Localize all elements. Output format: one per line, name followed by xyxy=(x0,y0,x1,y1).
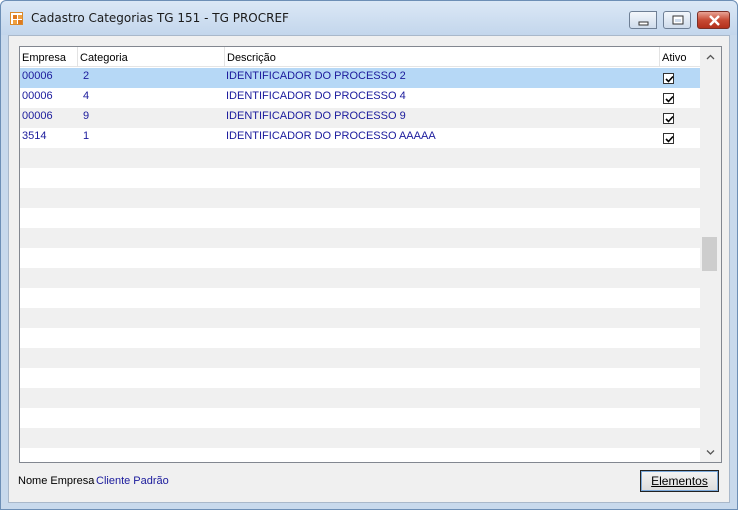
ativo-checkbox[interactable] xyxy=(663,133,674,144)
cell-categoria: 2 xyxy=(83,70,90,82)
cell-descricao: IDENTIFICADOR DO PROCESSO 4 xyxy=(226,90,406,102)
column-header-ativo[interactable]: Ativo xyxy=(660,47,700,67)
empty-row xyxy=(20,308,700,328)
empty-row xyxy=(20,148,700,168)
app-logo-icon xyxy=(10,12,23,25)
nome-empresa-value: Cliente Padrão xyxy=(96,475,169,487)
cell-categoria: 9 xyxy=(83,110,90,122)
empty-row xyxy=(20,288,700,308)
vertical-scrollbar[interactable] xyxy=(700,47,721,462)
scrollbar-thumb[interactable] xyxy=(702,237,717,271)
maximize-icon xyxy=(672,15,684,25)
window: Cadastro Categorias TG 151 - TG PROCREF … xyxy=(0,0,738,510)
chevron-up-icon xyxy=(706,54,715,60)
grid-header: Empresa Categoria Descrição Ativo xyxy=(20,47,700,67)
empty-row xyxy=(20,208,700,228)
minimize-icon xyxy=(638,21,649,26)
ativo-checkbox[interactable] xyxy=(663,73,674,84)
scroll-up-button[interactable] xyxy=(700,49,721,66)
empty-row xyxy=(20,248,700,268)
maximize-button[interactable] xyxy=(663,11,691,29)
chevron-down-icon xyxy=(706,450,715,455)
cell-categoria: 1 xyxy=(83,130,90,142)
cell-descricao: IDENTIFICADOR DO PROCESSO 2 xyxy=(226,70,406,82)
empty-row xyxy=(20,188,700,208)
cell-empresa: 3514 xyxy=(22,130,47,142)
ativo-checkbox[interactable] xyxy=(663,93,674,104)
empty-row xyxy=(20,328,700,348)
cell-empresa: 00006 xyxy=(22,110,53,122)
minimize-button[interactable] xyxy=(629,11,657,29)
cell-empresa: 00006 xyxy=(22,90,53,102)
cell-descricao: IDENTIFICADOR DO PROCESSO AAAAA xyxy=(226,130,436,142)
empty-row xyxy=(20,408,700,428)
empty-row xyxy=(20,368,700,388)
table-row[interactable]: 00006 9 IDENTIFICADOR DO PROCESSO 9 xyxy=(20,108,700,128)
nome-empresa-label: Nome Empresa xyxy=(18,475,95,487)
client-area: Empresa Categoria Descrição Ativo 00006 … xyxy=(8,35,730,503)
elementos-button[interactable]: Elementos xyxy=(640,470,719,492)
cell-categoria: 4 xyxy=(83,90,90,102)
close-button[interactable] xyxy=(697,11,730,29)
empty-row xyxy=(20,448,700,462)
empty-row xyxy=(20,168,700,188)
close-icon xyxy=(709,15,720,26)
scroll-down-button[interactable] xyxy=(700,444,721,461)
checkmark-icon xyxy=(665,115,674,123)
categories-grid[interactable]: Empresa Categoria Descrição Ativo 00006 … xyxy=(19,46,722,463)
cell-empresa: 00006 xyxy=(22,70,53,82)
title-bar[interactable]: Cadastro Categorias TG 151 - TG PROCREF xyxy=(1,1,737,35)
cell-descricao: IDENTIFICADOR DO PROCESSO 9 xyxy=(226,110,406,122)
empty-row xyxy=(20,228,700,248)
empty-row xyxy=(20,348,700,368)
table-row[interactable]: 00006 4 IDENTIFICADOR DO PROCESSO 4 xyxy=(20,88,700,108)
checkmark-icon xyxy=(665,75,674,83)
column-header-empresa[interactable]: Empresa xyxy=(20,47,78,67)
table-row[interactable]: 3514 1 IDENTIFICADOR DO PROCESSO AAAAA xyxy=(20,128,700,148)
window-title: Cadastro Categorias TG 151 - TG PROCREF xyxy=(31,11,289,25)
empty-row xyxy=(20,388,700,408)
checkmark-icon xyxy=(665,95,674,103)
ativo-checkbox[interactable] xyxy=(663,113,674,124)
empty-row xyxy=(20,268,700,288)
column-header-descricao[interactable]: Descrição xyxy=(225,47,660,67)
checkmark-icon xyxy=(665,135,674,143)
empty-row xyxy=(20,428,700,448)
column-header-categoria[interactable]: Categoria xyxy=(78,47,225,67)
table-row[interactable]: 00006 2 IDENTIFICADOR DO PROCESSO 2 xyxy=(20,68,700,88)
elementos-button-label: Elementos xyxy=(651,474,708,488)
